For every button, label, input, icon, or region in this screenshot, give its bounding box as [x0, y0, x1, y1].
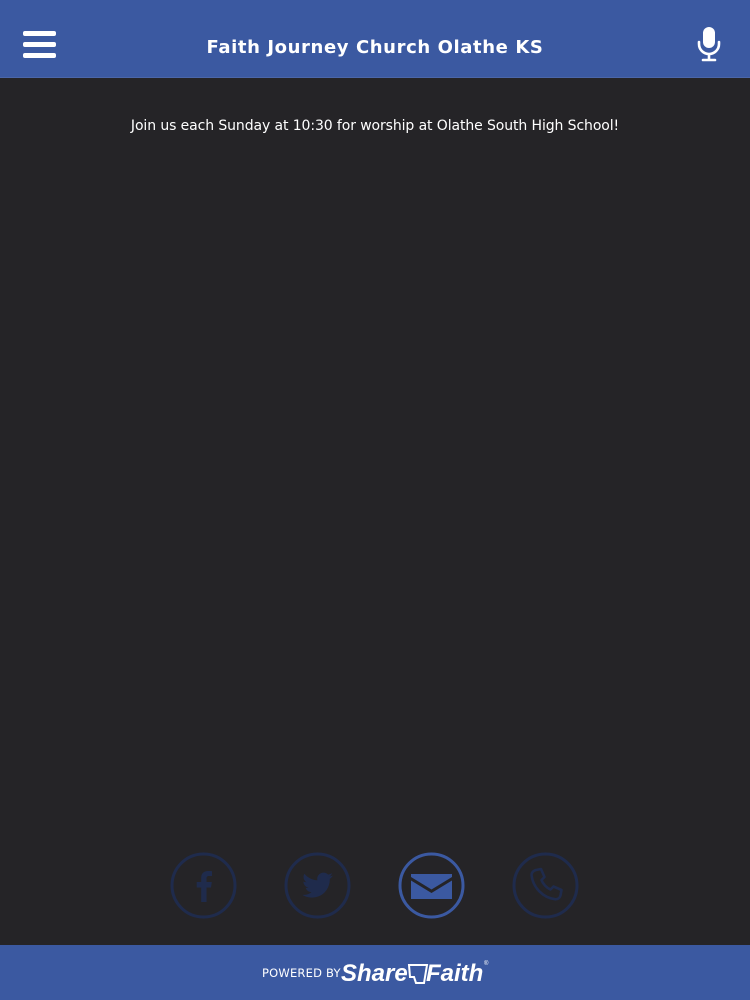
- svg-text:Share: Share: [341, 960, 408, 987]
- svg-text:Faith: Faith: [426, 960, 483, 987]
- phone-button[interactable]: [512, 852, 579, 919]
- email-icon: [398, 852, 465, 919]
- app-footer: POWERED BY Share Faith ®: [0, 945, 750, 1000]
- twitter-button[interactable]: [284, 852, 351, 919]
- powered-by-label: POWERED BY: [262, 966, 341, 980]
- app-header: Faith Journey Church Olathe KS: [0, 0, 750, 78]
- hamburger-menu-icon-bar: [23, 42, 56, 47]
- hamburger-menu-icon-bar: [23, 53, 56, 58]
- phone-icon: [512, 852, 579, 919]
- microphone-button[interactable]: [696, 26, 722, 62]
- sharefaith-logo-mark: Share Faith ®: [341, 960, 489, 987]
- sharefaith-logo[interactable]: Share Faith ®: [341, 955, 491, 989]
- svg-text:®: ®: [484, 960, 489, 967]
- twitter-icon: [284, 852, 351, 919]
- hamburger-menu-icon: [23, 31, 56, 36]
- menu-button[interactable]: [23, 31, 56, 59]
- announcement-text: Join us each Sunday at 10:30 for worship…: [130, 118, 620, 134]
- microphone-icon: [697, 27, 721, 62]
- facebook-button[interactable]: [170, 852, 237, 919]
- facebook-icon: [170, 852, 237, 919]
- main-content: Join us each Sunday at 10:30 for worship…: [0, 78, 750, 945]
- social-links-row: [0, 852, 750, 922]
- email-button[interactable]: [398, 852, 465, 919]
- page-title: Faith Journey Church Olathe KS: [206, 37, 544, 58]
